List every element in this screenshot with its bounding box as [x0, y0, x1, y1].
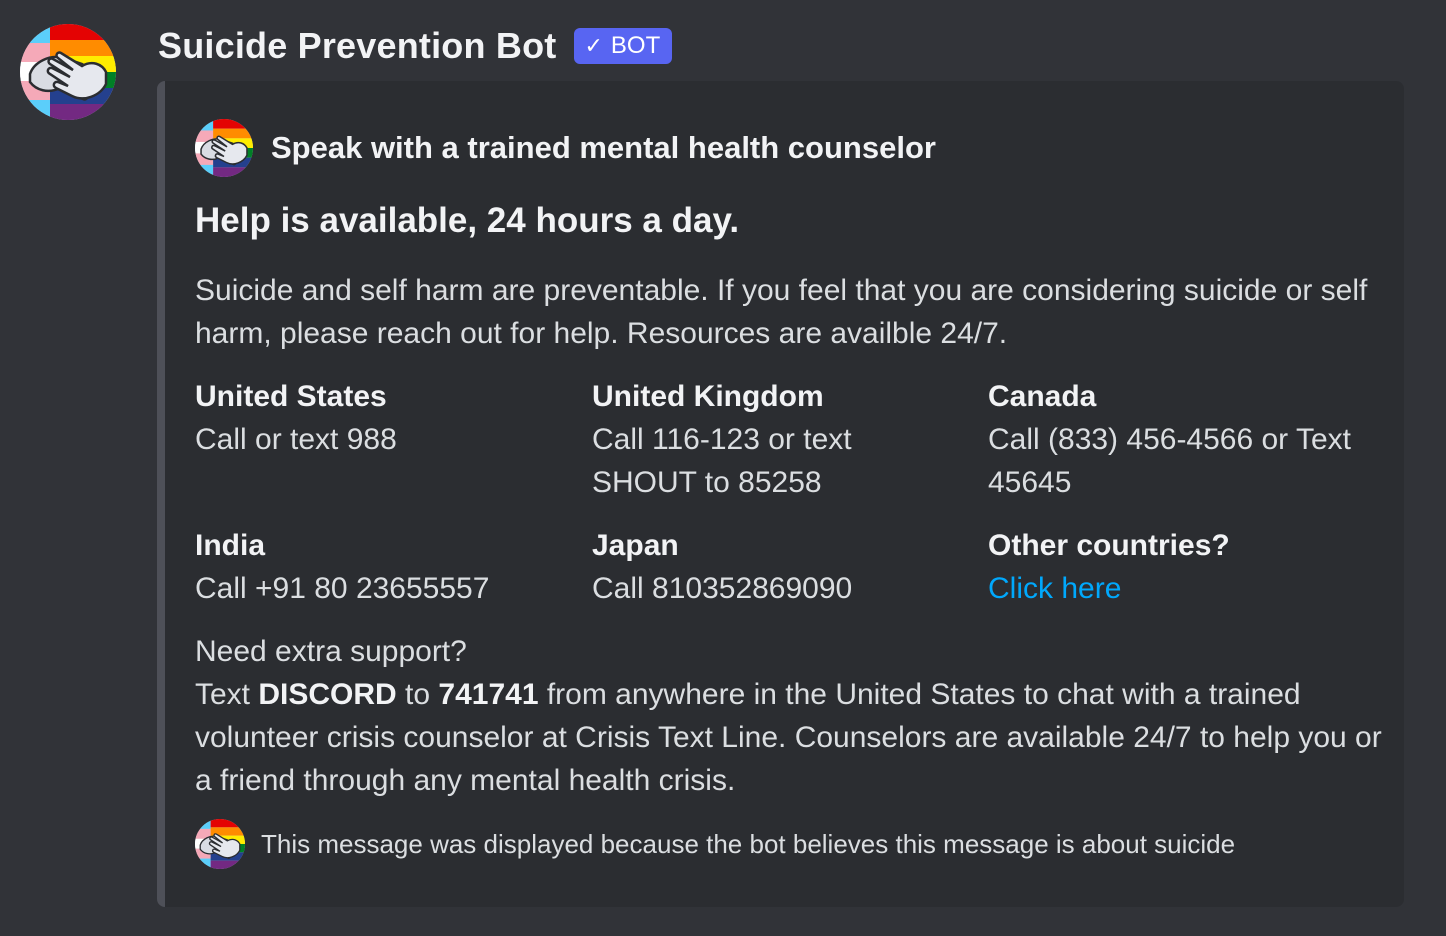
embed-author: Speak with a trained mental health couns…	[195, 119, 936, 177]
helping-hands-pride-icon	[195, 819, 245, 869]
field-name: Canada	[988, 380, 1097, 413]
extra-support-heading: Need extra support?	[195, 635, 467, 668]
embed-footer-icon	[195, 819, 245, 869]
helping-hands-pride-icon	[20, 24, 116, 120]
text-to: to	[396, 678, 439, 711]
message-header: Suicide Prevention Bot ✓ BOT	[158, 22, 673, 70]
bot-badge-label: BOT	[610, 32, 661, 59]
extra-support-text: Text DISCORD to 741741 from anywhere in …	[195, 673, 1385, 802]
click-here-link[interactable]: Click here	[988, 567, 1358, 610]
field-value: Call 810352869090	[592, 572, 853, 605]
field-name: Japan	[592, 529, 679, 562]
bot-badge: ✓ BOT	[574, 28, 673, 64]
embed-author-name: Speak with a trained mental health couns…	[271, 130, 936, 165]
helping-hands-pride-icon	[195, 119, 253, 177]
text-prefix: Text	[195, 678, 259, 711]
bot-avatar[interactable]	[20, 24, 116, 120]
crisis-number: 741741	[438, 678, 539, 711]
field-united-kingdom: United Kingdom Call 116-123 or text SHOU…	[592, 375, 962, 504]
embed-footer: This message was displayed because the b…	[195, 819, 1235, 869]
field-name: Other countries?	[988, 529, 1230, 562]
field-other-countries: Other countries? Click here	[988, 524, 1358, 610]
field-value: Call (833) 456-4566 or Text 45645	[988, 423, 1351, 499]
field-india: India Call +91 80 23655557	[195, 524, 565, 610]
field-value: Call +91 80 23655557	[195, 572, 490, 605]
field-japan: Japan Call 810352869090	[592, 524, 962, 610]
embed-author-icon	[195, 119, 253, 177]
field-name: United States	[195, 380, 387, 413]
embed-footer-text: This message was displayed because the b…	[261, 828, 1236, 859]
field-name: India	[195, 529, 266, 562]
extra-support: Need extra support? Text DISCORD to 7417…	[195, 630, 1385, 802]
bot-message: Suicide Prevention Bot ✓ BOT Speak with …	[0, 0, 1446, 936]
embed-title: Help is available, 24 hours a day.	[195, 201, 740, 240]
bot-username[interactable]: Suicide Prevention Bot	[158, 25, 556, 67]
embed-description: Suicide and self harm are preventable. I…	[195, 274, 1368, 350]
field-united-states: United States Call or text 988	[195, 375, 565, 461]
field-value: Call 116-123 or text SHOUT to 85258	[592, 423, 852, 499]
field-name: United Kingdom	[592, 380, 824, 413]
embed-card: Speak with a trained mental health couns…	[157, 81, 1404, 907]
verified-check-icon: ✓	[584, 33, 603, 58]
field-canada: Canada Call (833) 456-4566 or Text 45645	[988, 375, 1358, 504]
keyword-discord: DISCORD	[258, 678, 397, 711]
field-value: Call or text 988	[195, 423, 397, 456]
